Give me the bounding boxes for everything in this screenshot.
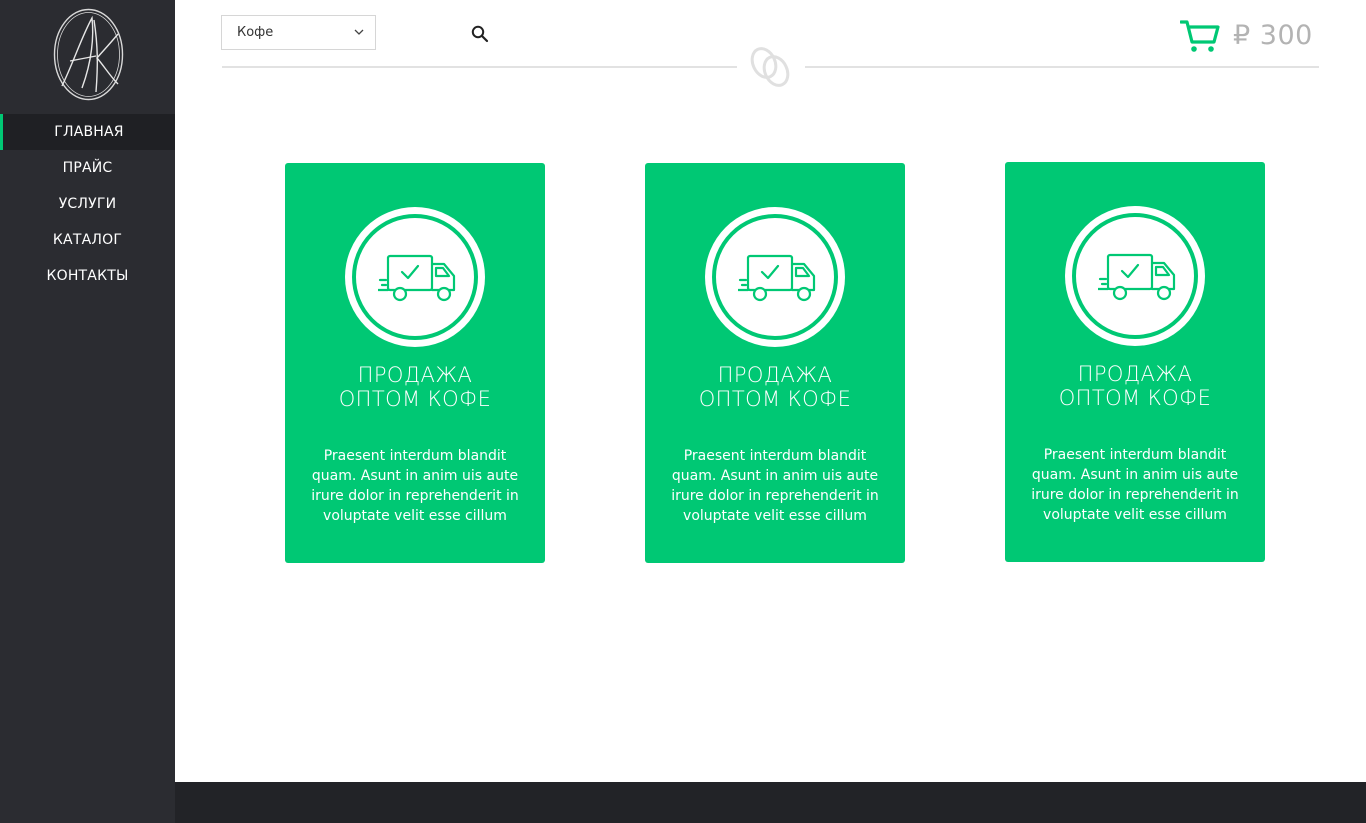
category-select-value: Кофе xyxy=(237,25,274,40)
footer xyxy=(175,782,1366,823)
delivery-truck-icon xyxy=(378,254,456,302)
header: Кофе ₽ 300 xyxy=(175,0,1366,100)
chevron-down-icon xyxy=(354,29,364,35)
category-select[interactable]: Кофе xyxy=(221,15,376,50)
delivery-truck-icon xyxy=(1098,253,1176,301)
nav-item-contacts[interactable]: КОНТАКТЫ xyxy=(0,258,175,294)
cart-icon[interactable] xyxy=(1180,19,1220,53)
cart-total[interactable]: ₽ 300 xyxy=(1233,20,1313,51)
card-icon-badge xyxy=(1065,206,1205,346)
card-description: Praesent interdum blandit quam. Asunt in… xyxy=(1031,447,1239,523)
service-card: ПРОДАЖА ОПТОМ КОФЕ Praesent interdum bla… xyxy=(285,163,545,563)
header-divider-right xyxy=(805,66,1319,68)
card-description: Praesent interdum blandit quam. Asunt in… xyxy=(671,448,879,524)
nav-item-catalog[interactable]: КАТАЛОГ xyxy=(0,222,175,258)
card-title: ПРОДАЖА ОПТОМ КОФЕ xyxy=(698,363,852,411)
card-description: Praesent interdum blandit quam. Asunt in… xyxy=(311,448,519,524)
header-divider-left xyxy=(222,66,737,68)
search-icon[interactable] xyxy=(471,25,489,43)
card-title: ПРОДАЖА ОПТОМ КОФЕ xyxy=(1058,362,1212,410)
main-nav: ГЛАВНАЯ ПРАЙС УСЛУГИ КАТАЛОГ КОНТАКТЫ xyxy=(0,114,175,294)
ak-monogram-logo[interactable] xyxy=(52,6,125,103)
card-icon-badge xyxy=(705,207,845,347)
delivery-truck-icon xyxy=(738,254,816,302)
card-title: ПРОДАЖА ОПТОМ КОФЕ xyxy=(338,363,492,411)
sidebar: ГЛАВНАЯ ПРАЙС УСЛУГИ КАТАЛОГ КОНТАКТЫ xyxy=(0,0,175,823)
nav-item-home[interactable]: ГЛАВНАЯ xyxy=(0,114,175,150)
coffee-beans-icon xyxy=(750,47,790,87)
service-card: ПРОДАЖА ОПТОМ КОФЕ Praesent interdum bla… xyxy=(645,163,905,563)
nav-item-price[interactable]: ПРАЙС xyxy=(0,150,175,186)
card-icon-badge xyxy=(345,207,485,347)
nav-item-services[interactable]: УСЛУГИ xyxy=(0,186,175,222)
service-card: ПРОДАЖА ОПТОМ КОФЕ Praesent interdum bla… xyxy=(1005,162,1265,562)
